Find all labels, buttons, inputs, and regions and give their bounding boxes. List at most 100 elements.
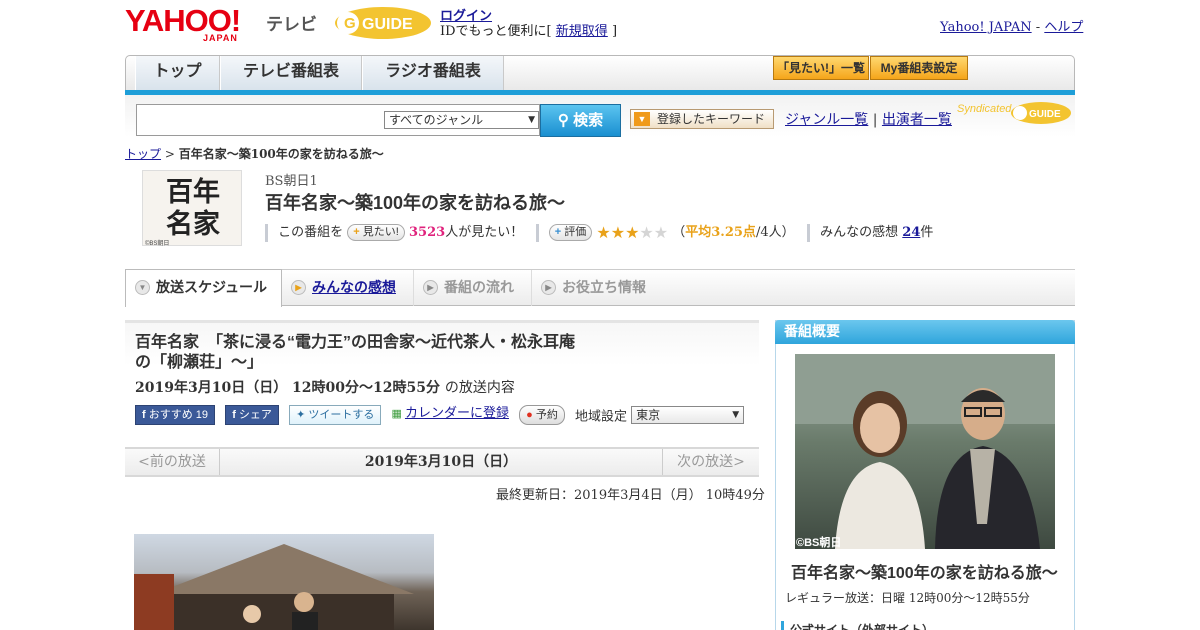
breadcrumb-top-link[interactable]: トップ xyxy=(125,147,161,161)
program-overview-photo xyxy=(795,354,1055,549)
gguide-small-logo: GUIDE xyxy=(1010,101,1072,125)
reviews-suffix: 件 xyxy=(920,225,934,240)
record-icon: ● xyxy=(526,409,533,421)
tab-flow-label: 番組の流れ xyxy=(444,279,514,295)
top-links-separator: - xyxy=(1035,20,1041,35)
breadcrumb: トップ > 百年名家～築100年の家を訪ねる旅～ xyxy=(125,145,384,162)
star-filled-icon: ★ xyxy=(610,223,626,242)
facebook-recommend-button[interactable]: f おすすめ 19 xyxy=(135,405,216,425)
tweet-button-label: ツイートする xyxy=(308,409,375,421)
calendar-register-link[interactable]: カレンダーに登録 xyxy=(405,406,509,421)
last-updated: 最終更新日：2019年3月4日（月） 10時49分 xyxy=(496,488,765,503)
region-select-value: 東京 xyxy=(636,408,661,422)
nav-tab-radio-schedule[interactable]: ラジオ番組表 xyxy=(362,56,504,90)
stats-divider xyxy=(265,223,268,242)
chevron-right-icon: ▶ xyxy=(423,280,438,295)
genre-select[interactable]: すべてのジャンル ▼ xyxy=(384,111,539,129)
program-logo-text-1: 百年 xyxy=(166,176,220,208)
calendar-register[interactable]: ▦ カレンダーに登録 xyxy=(391,405,508,425)
calendar-icon: ▦ xyxy=(391,408,402,420)
facebook-recommend-count: 19 xyxy=(195,409,209,421)
registered-keywords-label: 登録したキーワード xyxy=(657,112,766,126)
tab-schedule-label: 放送スケジュール xyxy=(156,279,268,295)
search-button[interactable]: ⚲ 検索 xyxy=(540,104,621,137)
tab-schedule[interactable]: ▼ 放送スケジュール xyxy=(125,269,282,307)
yahoo-japan-logo[interactable]: YAHOO! JAPAN xyxy=(125,3,265,43)
gguide-logo-text: GUIDE xyxy=(362,16,413,33)
tab-info[interactable]: ▶ お役立ち情報 xyxy=(532,270,662,306)
search-icon: ⚲ xyxy=(557,112,569,129)
rating-button[interactable]: + 評価 xyxy=(548,224,593,241)
mitai-count: 3523 xyxy=(409,225,446,240)
my-schedule-settings-button[interactable]: My番組表設定 xyxy=(870,56,968,80)
genre-select-value: すべてのジャンル xyxy=(389,113,484,127)
help-link[interactable]: ヘルプ xyxy=(1044,20,1083,35)
yahoo-japan-link[interactable]: Yahoo! JAPAN xyxy=(940,20,1032,35)
links-divider: | xyxy=(872,112,878,128)
program-title: 百年名家～築100年の家を訪ねる旅～ xyxy=(265,193,566,213)
avg-prefix: （ xyxy=(672,225,686,240)
regular-broadcast-schedule: レギュラー放送：日曜 12時00分～12時55分 xyxy=(785,591,1030,605)
mitai-button[interactable]: + 見たい! xyxy=(347,224,405,241)
star-empty-icon: ★ xyxy=(639,223,654,242)
gguide-small-text: GUIDE xyxy=(1029,109,1061,120)
nav-tab-tv-schedule[interactable]: テレビ番組表 xyxy=(220,56,362,90)
login-subtext: IDでもっと便利に[ 新規取得 ] xyxy=(440,20,617,39)
program-stats: この番組を + 見たい! 3523人が見たい！ + 評価 ★★★★★ （平均3.… xyxy=(265,221,934,242)
yahoo-logo-text: YAHOO! xyxy=(125,3,241,38)
breadcrumb-separator: > xyxy=(164,147,175,161)
registered-keywords-button[interactable]: ▼ 登録したキーワード xyxy=(630,109,774,129)
star-filled-icon: ★ xyxy=(625,223,640,242)
mitai-list-button[interactable]: 「見たい!」一覧 xyxy=(773,56,869,80)
facebook-icon: f xyxy=(232,409,236,421)
rating-button-label: 評価 xyxy=(564,226,587,238)
star-empty-icon: ★ xyxy=(653,223,669,242)
program-overview-photo-caption: ©BS朝日 xyxy=(796,537,842,549)
mitai-suffix: 人が見たい！ xyxy=(445,225,524,240)
chevron-down-icon: ▼ xyxy=(135,280,150,295)
stats-prefix: この番組を xyxy=(278,225,344,240)
region-label: 地域設定 xyxy=(574,409,627,425)
mitai-button-label: 見たい! xyxy=(362,226,399,238)
genre-list-link[interactable]: ジャンル一覧 xyxy=(785,112,868,128)
facebook-share-label: シェア xyxy=(238,409,272,421)
reviews-count-link[interactable]: 24 xyxy=(902,225,920,240)
reserve-button[interactable]: ● 予約 xyxy=(519,405,565,425)
tweet-button[interactable]: ✦ ツイートする xyxy=(289,405,382,425)
syndicated-label: Syndicated xyxy=(957,103,1012,115)
episode-title-line1: 百年名家 「茶に浸る“電力王”の田舎家～近代茶人・松永耳庵 xyxy=(135,334,576,351)
top-links: Yahoo! JAPAN - ヘルプ xyxy=(940,16,1083,35)
stats-divider xyxy=(807,223,810,242)
login-sub-suffix: ] xyxy=(611,24,618,39)
chevron-right-icon: ▶ xyxy=(291,280,306,295)
chevron-right-icon: ▶ xyxy=(541,280,556,295)
avg-suffix: /4人） xyxy=(755,225,795,240)
nav-tab-top[interactable]: トップ xyxy=(135,56,220,90)
episode-datetime-suffix: の放送内容 xyxy=(444,380,515,396)
svg-text:G: G xyxy=(344,15,356,32)
facebook-recommend-label: おすすめ xyxy=(148,409,193,421)
average-rating: 平均3.25点 xyxy=(685,225,756,240)
tab-flow[interactable]: ▶ 番組の流れ xyxy=(414,270,532,306)
tab-info-label: お役立ち情報 xyxy=(562,279,646,295)
register-link[interactable]: 新規取得 xyxy=(556,24,608,39)
genre-performer-links: ジャンル一覧 | 出演者一覧 xyxy=(785,109,952,129)
program-logo-caption: ©BS朝日 xyxy=(145,239,169,247)
login-sub-prefix: IDでもっと便利に[ xyxy=(440,24,552,39)
next-broadcast-link[interactable]: 次の放送> xyxy=(663,449,759,475)
gguide-logo[interactable]: G GUIDE xyxy=(334,6,432,40)
previous-broadcast-link[interactable]: <前の放送 xyxy=(125,449,220,475)
current-broadcast-date: 2019年3月10日（日） xyxy=(220,449,663,475)
facebook-icon: f xyxy=(142,409,146,421)
region-select[interactable]: 東京 ▼ xyxy=(631,406,745,424)
star-filled-icon: ★ xyxy=(596,223,611,242)
tab-reviews[interactable]: ▶ みんなの感想 xyxy=(282,270,414,306)
twitter-icon: ✦ xyxy=(296,409,306,421)
dropdown-arrow-icon: ▼ xyxy=(528,115,535,125)
performer-list-link[interactable]: 出演者一覧 xyxy=(882,112,952,128)
rating-stars: ★★★★★ xyxy=(596,223,669,242)
official-site-link[interactable]: 公式サイト（外部サイト） xyxy=(781,621,934,630)
program-tabs: ▼ 放送スケジュール ▶ みんなの感想 ▶ 番組の流れ ▶ お役立ち情報 xyxy=(125,269,1075,307)
reviews-prefix: みんなの感想 xyxy=(820,225,899,240)
facebook-share-button[interactable]: f シェア xyxy=(225,405,279,425)
